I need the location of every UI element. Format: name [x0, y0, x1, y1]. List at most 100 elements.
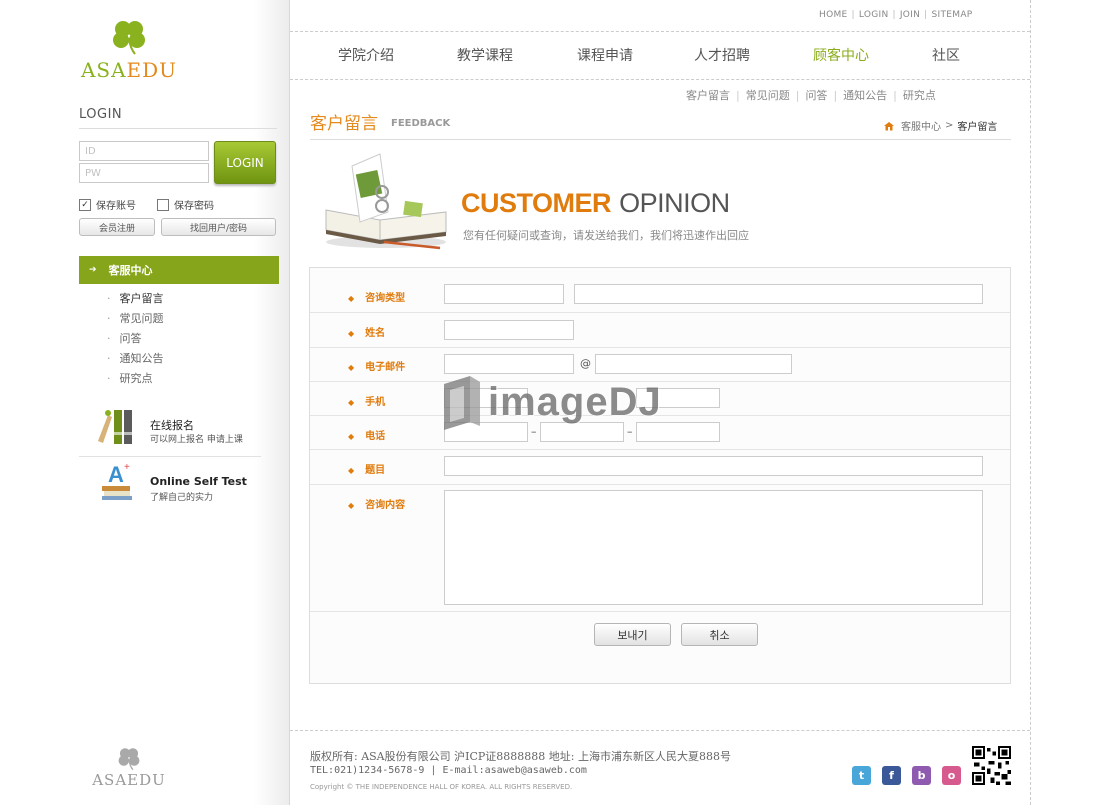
- nav-course-apply[interactable]: 课程申请: [577, 45, 633, 65]
- nav-community[interactable]: 社区: [932, 45, 960, 65]
- side-menu-item-qna[interactable]: · 问答: [107, 331, 164, 351]
- phone-label: 电话: [365, 431, 386, 442]
- home-icon[interactable]: [883, 121, 895, 131]
- banner-title: CUSTOMER OPINION: [461, 188, 730, 218]
- nav-academy-intro[interactable]: 学院介绍: [338, 45, 394, 65]
- form-row-content: ◆ 咨询内容: [310, 485, 1010, 612]
- email-user-input[interactable]: [444, 354, 574, 374]
- clover-icon: [118, 748, 140, 771]
- name-input[interactable]: [444, 320, 574, 340]
- footer-contact-info: TEL:021)1234-5678-9 | E-mail:asaweb@asaw…: [310, 765, 587, 776]
- checkbox-empty-icon[interactable]: [157, 198, 169, 211]
- nav-customer-center[interactable]: 顾客中心: [813, 45, 869, 65]
- notebook-illustration: [325, 153, 447, 250]
- divider: [310, 139, 1011, 140]
- login-link[interactable]: LOGIN: [859, 10, 889, 20]
- side-menu-item-notice[interactable]: · 通知公告: [107, 351, 164, 371]
- checkbox-checked-icon[interactable]: ✓: [79, 198, 91, 211]
- divider: [1030, 0, 1031, 805]
- subject-label: 题目: [365, 465, 386, 476]
- email-label: 电子邮件: [365, 362, 406, 373]
- divider: [79, 128, 277, 129]
- brand-name: ASAEDU: [80, 58, 178, 82]
- page-title: 客户留言: [310, 114, 378, 134]
- arrow-right-icon: ➔: [89, 265, 97, 275]
- clover-icon: [113, 21, 145, 55]
- save-id-checkbox[interactable]: ✓ 保存账号: [79, 197, 136, 212]
- self-test-banner[interactable]: A + Online Self Test 了解自己的实力: [79, 460, 261, 510]
- type-label: 咨询类型: [365, 293, 406, 304]
- side-menu-item-feedback[interactable]: · 客户留言: [107, 291, 164, 311]
- side-menu-item-faq[interactable]: · 常见问题: [107, 311, 164, 331]
- online-apply-title: 在线报名: [150, 419, 194, 432]
- type-detail-input[interactable]: [574, 284, 983, 304]
- subject-input[interactable]: [444, 456, 983, 476]
- find-account-button[interactable]: 找回用户/密码: [161, 218, 276, 236]
- form-row-name: ◆ 姓名: [310, 313, 1010, 348]
- blog-icon[interactable]: b: [912, 766, 931, 785]
- footer-company-info: 版权所有: ASA股份有限公司 沪ICP证8888888 地址: 上海市浦东新区…: [310, 750, 731, 763]
- register-button[interactable]: 会员注册: [79, 218, 155, 236]
- email-domain-input[interactable]: [595, 354, 792, 374]
- footer-logo: ASAEDU: [0, 745, 258, 789]
- page-title-english: FEEDBACK: [391, 118, 451, 129]
- svg-text:+: +: [124, 462, 130, 473]
- utility-links: HOME | LOGIN | JOIN | SITEMAP: [819, 10, 973, 20]
- sitemap-link[interactable]: SITEMAP: [932, 10, 973, 20]
- watermark-text: imageDJ: [488, 379, 662, 424]
- nav-courses[interactable]: 教学课程: [457, 45, 513, 65]
- side-menu-title[interactable]: ➔ 客服中心: [79, 256, 279, 284]
- home-link[interactable]: HOME: [819, 10, 848, 20]
- books-icon: A +: [102, 462, 132, 500]
- social-icon[interactable]: o: [942, 766, 961, 785]
- brand-logo[interactable]: ASAEDU: [0, 16, 258, 82]
- facebook-icon[interactable]: f: [882, 766, 901, 785]
- sidebar: ASAEDU LOGIN LOGIN ✓ 保存账号 保存密码 会员注册 找回用户…: [0, 0, 290, 805]
- sub-nav-qna[interactable]: 问答: [805, 89, 827, 102]
- save-password-checkbox[interactable]: 保存密码: [157, 197, 214, 212]
- breadcrumb-item[interactable]: 客服中心: [901, 118, 941, 133]
- id-input[interactable]: [79, 141, 209, 161]
- divider: [290, 730, 1030, 731]
- login-title: LOGIN: [79, 107, 123, 122]
- banner-subtitle: 您有任何疑问或查询，请发送给我们，我们将迅速作出回应: [463, 229, 749, 242]
- nav-recruitment[interactable]: 人才招聘: [694, 45, 750, 65]
- watermark: imageDJ: [440, 374, 662, 430]
- cancel-button[interactable]: 취소: [681, 623, 758, 646]
- save-password-label: 保存密码: [174, 201, 214, 212]
- sub-nav-research[interactable]: 研究点: [903, 89, 936, 102]
- form-row-subject: ◆ 题目: [310, 450, 1010, 485]
- breadcrumb: 客服中心 > 客户留言: [883, 118, 997, 133]
- content-textarea[interactable]: [444, 490, 983, 605]
- binders-icon: [98, 410, 132, 444]
- side-menu-title-label: 客服中心: [108, 264, 153, 277]
- type-select[interactable]: [444, 284, 564, 304]
- watermark-logo-icon: [444, 376, 480, 430]
- name-label: 姓名: [365, 328, 386, 339]
- breadcrumb-current: 客户留言: [957, 122, 998, 133]
- content-label: 咨询内容: [365, 500, 406, 511]
- at-sign: @: [580, 357, 591, 370]
- main-navigation: 学院介绍 教学课程 课程申请 人才招聘 顾客中心 社区: [290, 32, 1030, 79]
- side-menu: · 客户留言 · 常见问题 · 问答 · 通知公告 · 研究点: [107, 291, 164, 391]
- login-button[interactable]: LOGIN: [214, 141, 276, 184]
- feedback-form: ◆ 咨询类型 ◆ 姓名 ◆ 电子邮件 @ ◆ 手机 ◆ 电话 – – ◆ 题目 ◆ 咨询内容 …: [309, 267, 1011, 684]
- sub-nav-notice[interactable]: 通知公告: [843, 89, 887, 102]
- qr-code-icon: [972, 746, 1011, 785]
- password-input[interactable]: [79, 163, 209, 183]
- svg-text:A: A: [108, 462, 124, 487]
- form-row-type: ◆ 咨询类型: [310, 268, 1010, 313]
- sub-nav-feedback[interactable]: 客户留言: [686, 89, 730, 102]
- sub-navigation: 客户留言 | 常见问题 | 问答 | 通知公告 | 研究点: [686, 89, 936, 102]
- save-id-label: 保存账号: [96, 201, 136, 212]
- join-link[interactable]: JOIN: [900, 10, 920, 20]
- online-apply-banner[interactable]: 在线报名 可以网上报名 申请上课: [79, 405, 261, 457]
- footer-brand-name: ASAEDU: [92, 771, 166, 789]
- mobile-label: 手机: [365, 397, 386, 408]
- footer-copyright: Copyright © THE INDEPENDENCE HALL OF KOR…: [310, 783, 573, 791]
- twitter-icon[interactable]: t: [852, 766, 871, 785]
- side-menu-item-research[interactable]: · 研究点: [107, 371, 164, 391]
- send-button[interactable]: 보내기: [594, 623, 671, 646]
- sub-nav-faq[interactable]: 常见问题: [746, 89, 790, 102]
- divider: [290, 79, 1030, 80]
